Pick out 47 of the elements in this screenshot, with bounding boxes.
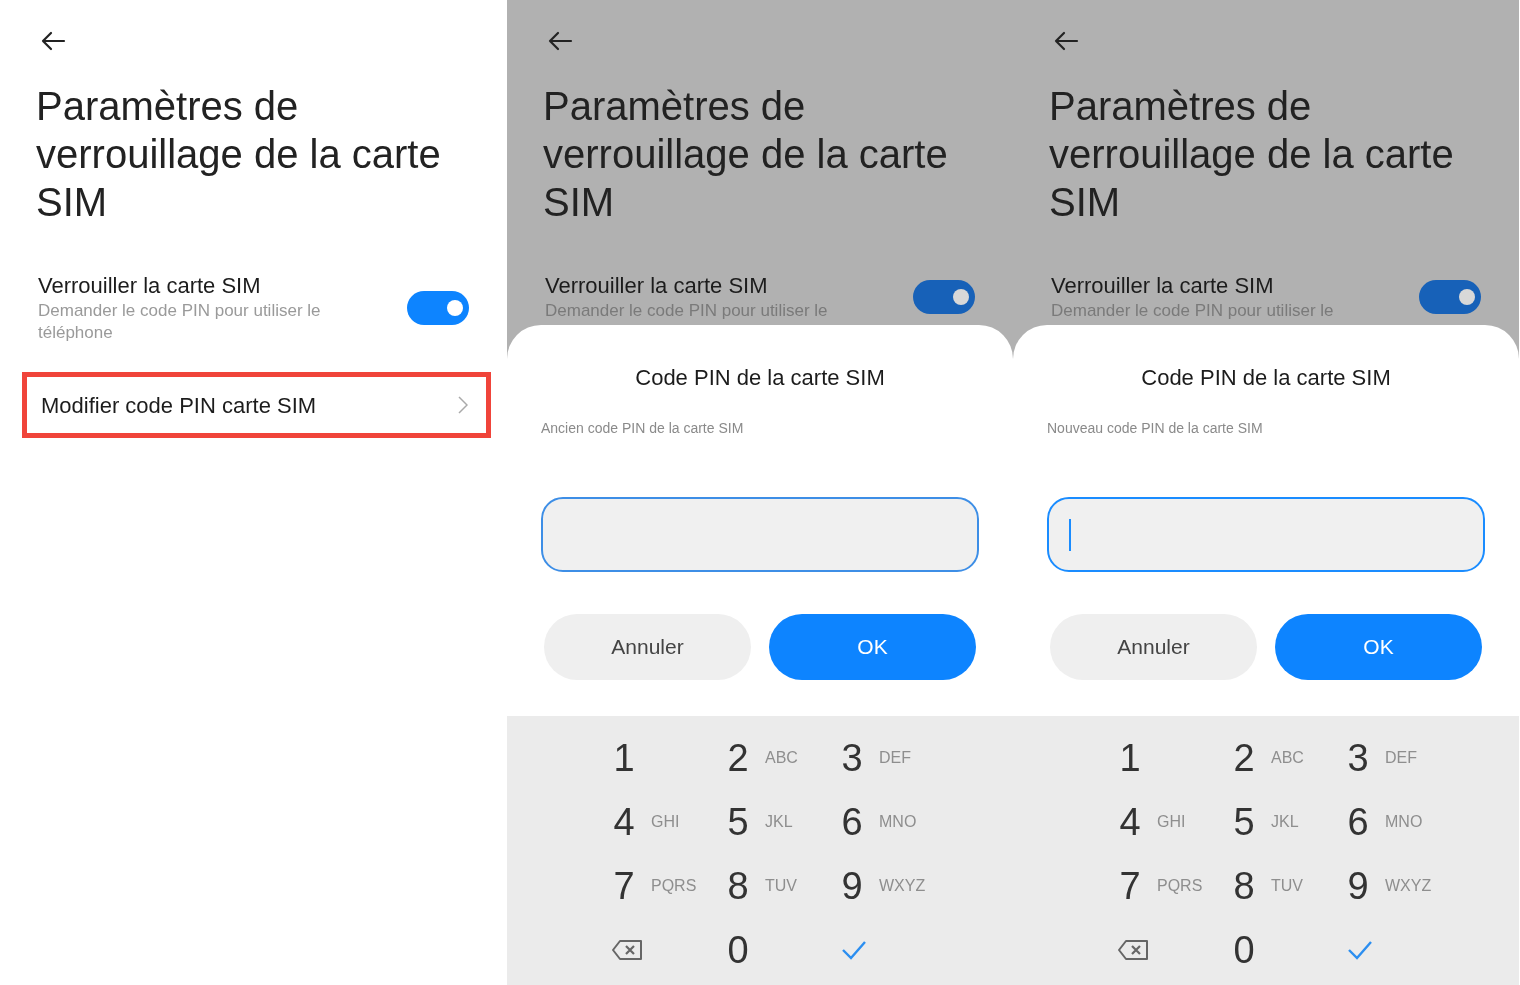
backspace-icon[interactable]: [611, 939, 643, 961]
keypad-key[interactable]: 4 GHI: [1117, 793, 1186, 851]
keypad-key[interactable]: 7 PQRS: [611, 857, 697, 915]
keypad-key[interactable]: 4 GHI: [611, 793, 680, 851]
page-title: Paramètres de verrouillage de la carte SIM: [36, 83, 442, 226]
keypad-key[interactable]: 8 TUV: [725, 857, 797, 915]
setting-description: Demander le code PIN pour utiliser le téléphone: [38, 300, 322, 344]
ok-button[interactable]: OK: [1275, 614, 1482, 680]
field-hint: Nouveau code PIN de la carte SIM: [1047, 419, 1264, 438]
menu-item-label: Modifier code PIN carte SIM: [41, 391, 317, 420]
keypad-key[interactable]: 0: [725, 921, 751, 979]
keypad-key[interactable]: 2 ABC: [1231, 729, 1304, 787]
keypad-key[interactable]: 1: [1117, 729, 1143, 787]
dialog-title: Code PIN de la carte SIM: [634, 364, 886, 392]
pin-input-field[interactable]: [1047, 497, 1485, 572]
setting-label: Verrouiller la carte SIM: [38, 272, 262, 300]
keypad-key[interactable]: 5 JKL: [725, 793, 793, 851]
setting-label: Verrouiller la carte SIM: [545, 272, 769, 300]
setting-label: Verrouiller la carte SIM: [1051, 272, 1275, 300]
dialog-title: Code PIN de la carte SIM: [1140, 364, 1392, 392]
keypad-key[interactable]: 1: [611, 729, 637, 787]
toggle-switch[interactable]: [913, 280, 975, 314]
chevron-icon: [458, 396, 468, 414]
keypad-key[interactable]: 9 WXYZ: [839, 857, 926, 915]
backspace-icon[interactable]: [1117, 939, 1149, 961]
keypad-key[interactable]: 3 DEF: [839, 729, 911, 787]
keypad-key[interactable]: 8 TUV: [1231, 857, 1303, 915]
keypad-key[interactable]: 2 ABC: [725, 729, 798, 787]
keypad-key[interactable]: 3 DEF: [1345, 729, 1417, 787]
toggle-switch[interactable]: [407, 291, 469, 325]
cancel-button[interactable]: Annuler: [544, 614, 751, 680]
page-title: Paramètres de verrouillage de la carte SIM: [1049, 83, 1455, 226]
cancel-button[interactable]: Annuler: [1050, 614, 1257, 680]
toggle-switch[interactable]: [1419, 280, 1481, 314]
ok-button[interactable]: OK: [769, 614, 976, 680]
keypad-key[interactable]: 6 MNO: [1345, 793, 1423, 851]
keypad-key[interactable]: 0: [1231, 921, 1257, 979]
checkmark-icon[interactable]: [841, 940, 867, 960]
pin-input-field[interactable]: [541, 497, 979, 572]
keypad-key[interactable]: 5 JKL: [1231, 793, 1299, 851]
menu-item[interactable]: Modifier code PIN carte SIM: [22, 372, 491, 438]
keypad-key[interactable]: 6 MNO: [839, 793, 917, 851]
checkmark-icon[interactable]: [1347, 940, 1373, 960]
page-title: Paramètres de verrouillage de la carte SIM: [543, 83, 949, 226]
keypad-key[interactable]: 9 WXYZ: [1345, 857, 1432, 915]
field-hint: Ancien code PIN de la carte SIM: [541, 419, 745, 438]
keypad-key[interactable]: 7 PQRS: [1117, 857, 1203, 915]
